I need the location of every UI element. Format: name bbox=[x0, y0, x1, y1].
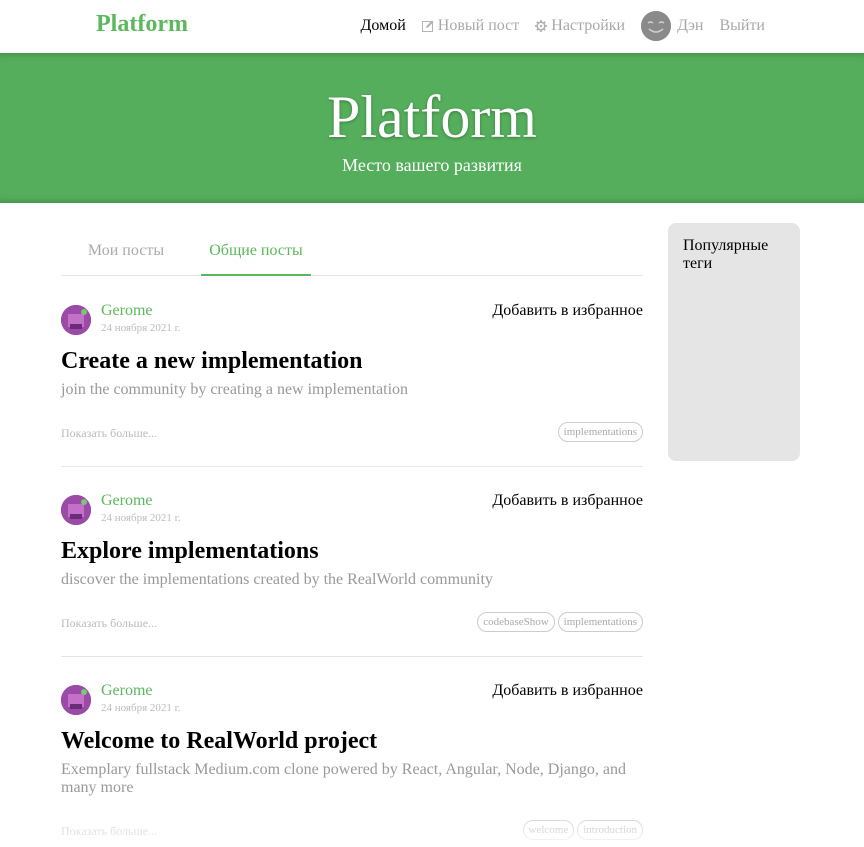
tag-pill[interactable]: implementations bbox=[557, 612, 643, 632]
user-avatar bbox=[641, 11, 672, 41]
article-description: join the community by creating a new imp… bbox=[61, 381, 409, 398]
author-avatar[interactable] bbox=[61, 305, 91, 335]
brand-logo-link[interactable]: Platform bbox=[96, 11, 188, 38]
banner-subtitle: Место вашего развития bbox=[342, 155, 522, 175]
author-avatar-image bbox=[61, 495, 91, 525]
article-description: Exemplary fullstack Medium.com clone pow… bbox=[61, 761, 626, 796]
tab-my-posts[interactable]: Мои посты bbox=[61, 232, 191, 276]
nav-logout-link[interactable]: Выйти bbox=[719, 17, 765, 35]
author-name-link[interactable]: Gerome bbox=[101, 682, 153, 700]
popular-tags-sidebar: Популярные теги bbox=[668, 223, 800, 461]
banner-title: Platform bbox=[327, 84, 537, 150]
article-description: discover the implementations created by … bbox=[61, 571, 493, 588]
nav-home-link[interactable]: Домой bbox=[360, 17, 405, 35]
tag-pill[interactable]: introduction bbox=[577, 820, 643, 840]
tag-pill[interactable]: codebaseShow bbox=[477, 612, 555, 632]
nav-settings-label: Настройки bbox=[551, 17, 626, 34]
author-name-link[interactable]: Gerome bbox=[101, 492, 153, 510]
favorite-button[interactable]: Добавить в избранное bbox=[492, 302, 643, 320]
nav-settings-link[interactable]: Настройки bbox=[535, 17, 625, 35]
nav-logout-label: Выйти bbox=[719, 17, 765, 34]
author-name-link[interactable]: Gerome bbox=[101, 302, 153, 320]
tag-pill[interactable]: welcome bbox=[522, 820, 575, 840]
read-more-link[interactable]: Показать больше... bbox=[61, 426, 157, 441]
nav-profile-link[interactable]: Дэн bbox=[641, 11, 703, 41]
hero-banner: Platform Место вашего развития bbox=[0, 53, 864, 203]
gear-icon bbox=[535, 20, 548, 32]
article-preview: Gerome 24 ноября 2021 г. Добавить в избр… bbox=[61, 302, 643, 465]
article-date: 24 ноября 2021 г. bbox=[101, 322, 181, 334]
tag-list: welcome introduction bbox=[522, 820, 643, 840]
article-title[interactable]: Welcome to RealWorld project bbox=[61, 728, 377, 755]
author-avatar-image bbox=[61, 685, 91, 715]
article-date: 24 ноября 2021 г. bbox=[101, 702, 181, 714]
article-title[interactable]: Explore implementations bbox=[61, 538, 319, 565]
navbar: Platform Домой Новый пост Настройки Дэн … bbox=[0, 0, 864, 53]
article-divider bbox=[61, 466, 643, 467]
nav-profile-label: Дэн bbox=[677, 17, 704, 34]
author-avatar-image bbox=[61, 305, 91, 335]
tag-pill[interactable]: implementations bbox=[557, 422, 643, 442]
article-date: 24 ноября 2021 г. bbox=[101, 512, 181, 524]
article-preview: Gerome 24 ноября 2021 г. Добавить в избр… bbox=[61, 682, 643, 845]
tag-list: codebaseShow implementations bbox=[477, 612, 643, 632]
tag-list: implementations bbox=[557, 422, 643, 442]
read-more-link[interactable]: Показать больше... bbox=[61, 824, 157, 839]
article-preview: Gerome 24 ноября 2021 г. Добавить в избр… bbox=[61, 492, 643, 655]
sidebar-title: Популярные теги bbox=[683, 237, 769, 272]
author-avatar[interactable] bbox=[61, 685, 91, 715]
article-title[interactable]: Create a new implementation bbox=[61, 348, 363, 375]
author-avatar[interactable] bbox=[61, 495, 91, 525]
nav-menu: Домой Новый пост Настройки Дэн Выйти bbox=[344, 11, 765, 41]
favorite-button[interactable]: Добавить в избранное bbox=[492, 682, 643, 700]
nav-home-label: Домой bbox=[360, 17, 406, 34]
tab-global-posts[interactable]: Общие посты bbox=[201, 232, 311, 276]
feed-tabs: Мои посты Общие посты bbox=[61, 232, 643, 276]
read-more-link[interactable]: Показать больше... bbox=[61, 616, 157, 631]
nav-new-post-link[interactable]: Новый пост bbox=[421, 17, 520, 35]
compose-icon bbox=[421, 20, 434, 32]
favorite-button[interactable]: Добавить в избранное bbox=[492, 492, 643, 510]
article-divider bbox=[61, 656, 643, 657]
nav-new-post-label: Новый пост bbox=[437, 17, 520, 34]
smiley-icon bbox=[641, 11, 672, 41]
